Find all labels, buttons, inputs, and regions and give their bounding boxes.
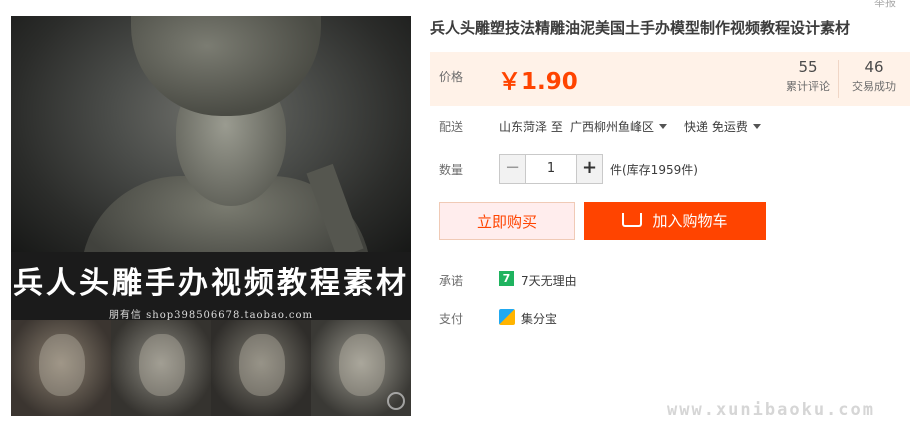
cart-icon — [622, 213, 643, 227]
price-value: ￥1.90 — [498, 69, 578, 95]
banner-title: 兵人头雕手办视频教程素材 — [13, 266, 409, 301]
stock-info: 件(库存1959件) — [610, 163, 698, 177]
quantity-label: 数量 — [439, 163, 464, 177]
sculpt-head — [339, 334, 385, 396]
process-thumbnail — [111, 320, 211, 416]
ship-from: 山东菏泽 至 — [499, 120, 563, 134]
product-main-image[interactable]: 兵人头雕手办视频教程素材 朋有信 shop398506678.taobao.co… — [11, 16, 411, 416]
process-thumbnails — [11, 320, 411, 416]
site-watermark: www.xunibaoku.com — [667, 400, 875, 420]
review-count-caption: 累计评论 — [786, 80, 830, 93]
ship-method-text: 快递 免运费 — [684, 120, 748, 134]
product-title: 兵人头雕塑技法精雕油泥美国土手办模型制作视频教程设计素材 — [430, 19, 851, 37]
zoom-icon[interactable] — [387, 392, 405, 410]
report-link[interactable]: 举报 — [874, 0, 896, 10]
chevron-down-icon — [752, 124, 761, 129]
jifenbao-icon — [499, 309, 515, 325]
soldier-bust-photo — [11, 16, 411, 276]
promise-label: 承诺 — [439, 274, 464, 288]
stat-divider — [838, 60, 839, 98]
sales-count: 46 — [864, 58, 884, 76]
image-banner: 兵人头雕手办视频教程素材 朋有信 shop398506678.taobao.co… — [11, 252, 411, 321]
banner-subtitle: 朋有信 shop398506678.taobao.com — [108, 310, 314, 321]
promise-text[interactable]: 7天无理由 — [521, 272, 577, 289]
ship-to-select[interactable]: 广西柳州鱼峰区 — [570, 118, 668, 135]
add-to-cart-label: 加入购物车 — [652, 212, 728, 230]
review-count-stat[interactable]: 55 累计评论 — [778, 58, 838, 94]
payment-text[interactable]: 集分宝 — [521, 310, 557, 327]
ship-to-text: 广西柳州鱼峰区 — [570, 120, 655, 134]
sales-count-caption: 交易成功 — [852, 80, 896, 93]
process-thumbnail — [11, 320, 111, 416]
sales-count-stat: 46 交易成功 — [844, 58, 904, 94]
payment-label: 支付 — [439, 312, 464, 326]
review-count: 55 — [798, 58, 818, 76]
quantity-stepper: − 1 + — [499, 154, 603, 184]
shipping-label: 配送 — [439, 120, 464, 134]
add-to-cart-button[interactable]: 加入购物车 — [584, 202, 766, 240]
sculpt-head — [39, 334, 85, 396]
sculpt-head — [239, 334, 285, 396]
price-label: 价格 — [439, 70, 464, 84]
quantity-increase-button[interactable]: + — [577, 155, 602, 183]
process-thumbnail — [211, 320, 311, 416]
quantity-decrease-button[interactable]: − — [500, 155, 525, 183]
price-panel: 价格 ￥1.90 55 累计评论 46 交易成功 — [430, 52, 910, 106]
ship-method-select[interactable]: 快递 免运费 — [684, 118, 761, 135]
chevron-down-icon — [659, 124, 668, 129]
bust-helmet — [131, 16, 321, 116]
sculpt-head — [139, 334, 185, 396]
seven-day-return-icon: 7 — [499, 271, 514, 286]
quantity-input[interactable]: 1 — [525, 155, 577, 183]
buy-now-button[interactable]: 立即购买 — [439, 202, 575, 240]
